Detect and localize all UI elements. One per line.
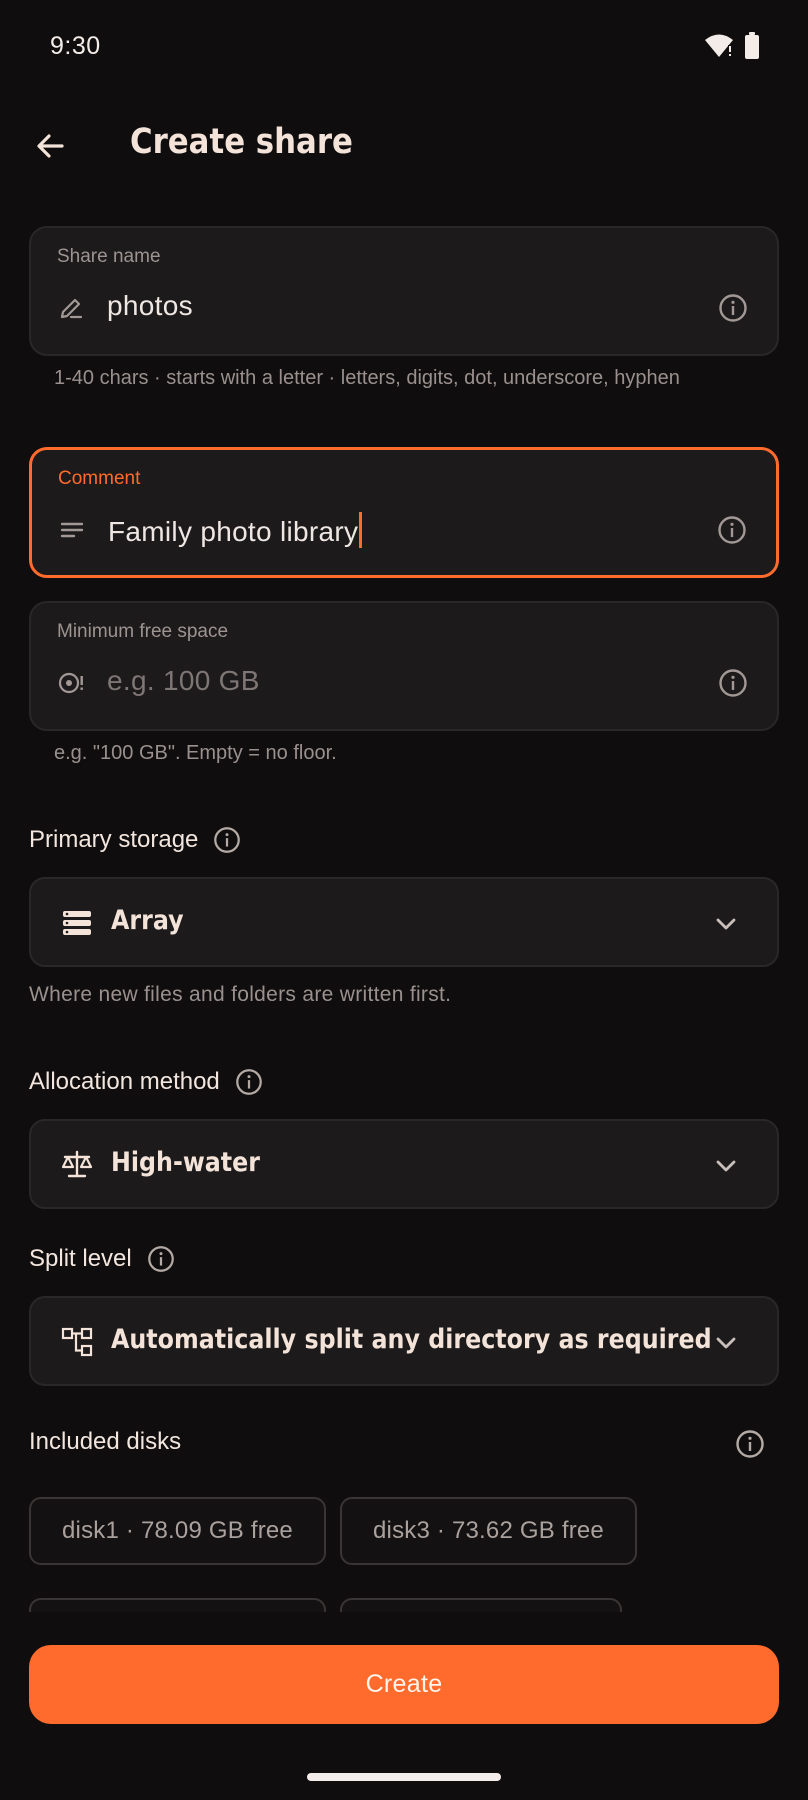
home-indicator[interactable] (307, 1773, 501, 1781)
min-free-space-helper: e.g. "100 GB". Empty = no floor. (54, 742, 337, 764)
included-disks-heading: Included disks (29, 1428, 181, 1456)
edit-icon (57, 294, 85, 322)
allocation-method-value: High-water (111, 1147, 260, 1178)
disk-chip[interactable]: disk3 · 73.62 GB free (340, 1497, 637, 1565)
storage-icon (63, 911, 91, 935)
primary-storage-heading: Primary storage (29, 825, 242, 855)
allocation-method-dropdown[interactable]: High-water (29, 1119, 779, 1209)
info-icon[interactable] (146, 1244, 176, 1274)
create-button[interactable]: Create (29, 1645, 779, 1724)
split-level-label: Split level (29, 1245, 132, 1272)
info-icon[interactable] (717, 667, 749, 699)
split-level-dropdown[interactable]: Automatically split any directory as req… (29, 1296, 779, 1386)
notes-icon (58, 516, 86, 544)
disk-chip[interactable] (340, 1598, 622, 1612)
primary-storage-label: Primary storage (29, 826, 199, 853)
battery-icon (745, 32, 759, 59)
arrow-back-icon (37, 134, 64, 158)
primary-storage-helper: Where new files and folders are written … (29, 983, 452, 1006)
split-level-value: Automatically split any directory as req… (111, 1324, 712, 1355)
storage-alert-icon (57, 669, 85, 697)
share-name-field[interactable]: Share name photos (29, 226, 779, 356)
text-caret (359, 512, 363, 548)
primary-storage-dropdown[interactable]: Array (29, 877, 779, 967)
info-icon[interactable] (734, 1428, 766, 1460)
split-level-heading: Split level (29, 1244, 176, 1274)
info-icon[interactable] (716, 514, 748, 546)
status-time: 9:30 (50, 32, 101, 60)
back-button[interactable] (26, 122, 74, 170)
comment-input[interactable]: Family photo library (108, 512, 363, 548)
min-free-space-input[interactable]: e.g. 100 GB (107, 665, 260, 697)
status-bar: 9:30 (0, 0, 808, 96)
status-icons (704, 32, 760, 60)
allocation-method-label: Allocation method (29, 1068, 220, 1095)
info-icon[interactable] (234, 1067, 264, 1097)
info-icon[interactable] (212, 825, 242, 855)
min-free-space-label: Minimum free space (57, 621, 229, 642)
allocation-method-heading: Allocation method (29, 1067, 264, 1097)
disk-chip[interactable] (29, 1598, 326, 1612)
min-free-space-field[interactable]: Minimum free space e.g. 100 GB (29, 601, 779, 731)
disk-chip-list: disk1 · 78.09 GB free disk3 · 73.62 GB f… (29, 1490, 789, 1612)
disk-chip[interactable]: disk1 · 78.09 GB free (29, 1497, 326, 1565)
comment-field[interactable]: Comment Family photo library (29, 447, 779, 578)
share-name-label: Share name (57, 246, 161, 267)
comment-label: Comment (58, 468, 141, 489)
chevron-down-icon (716, 1337, 736, 1349)
share-name-input[interactable]: photos (107, 290, 193, 322)
share-name-helper: 1-40 chars · starts with a letter · lett… (54, 367, 680, 389)
account-tree-icon (61, 1327, 93, 1357)
primary-storage-value: Array (111, 905, 184, 936)
info-icon[interactable] (717, 292, 749, 324)
included-disks-label: Included disks (29, 1428, 182, 1455)
balance-scale-icon (61, 1150, 93, 1178)
chevron-down-icon (716, 1160, 736, 1172)
wifi-icon (705, 34, 733, 57)
app-bar: Create share (0, 96, 808, 196)
comment-input-text: Family photo library (108, 516, 359, 547)
chevron-down-icon (716, 918, 736, 930)
page-title: Create share (130, 122, 353, 162)
